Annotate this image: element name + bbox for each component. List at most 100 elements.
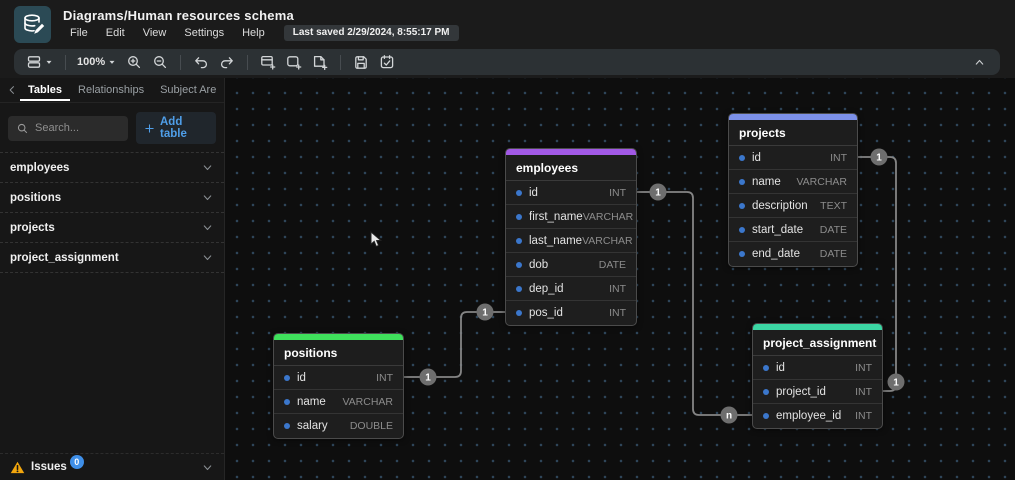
sidebar-item-employees[interactable]: employees xyxy=(0,153,224,183)
field-type: INT xyxy=(609,307,626,319)
field-name: salary xyxy=(297,420,328,432)
field-name: id xyxy=(529,186,538,199)
last-saved-badge: Last saved 2/29/2024, 8:55:17 PM xyxy=(283,24,459,41)
field-row-employee_id[interactable]: employee_id INT xyxy=(753,404,882,428)
chevron-left-icon xyxy=(6,84,18,96)
tab-tables[interactable]: Tables xyxy=(20,80,71,101)
field-row-salary[interactable]: salary DOUBLE xyxy=(274,414,403,438)
field-row-id[interactable]: id INT xyxy=(274,366,403,390)
search-input[interactable] xyxy=(35,122,120,134)
field-row-name[interactable]: name VARCHAR xyxy=(729,170,857,194)
diagram-table-project_assignment[interactable]: project_assignment id INT project_id INT… xyxy=(752,323,883,429)
tab-subject-are[interactable]: Subject Are xyxy=(152,80,224,101)
field-row-id[interactable]: id INT xyxy=(506,181,636,205)
field-row-project_id[interactable]: project_id INT xyxy=(753,380,882,404)
menu-file[interactable]: File xyxy=(63,25,95,41)
field-row-name[interactable]: name VARCHAR xyxy=(274,390,403,414)
menu-view[interactable]: View xyxy=(136,25,174,41)
field-dot-icon xyxy=(284,374,290,381)
table-title[interactable]: employees xyxy=(506,155,636,181)
field-row-last_name[interactable]: last_name VARCHAR xyxy=(506,229,636,253)
menu-help[interactable]: Help xyxy=(235,25,272,41)
toolbar-strip: 100% xyxy=(0,48,1015,78)
field-dot-icon xyxy=(516,285,522,292)
zoom-level-value: 100% xyxy=(77,56,106,68)
add-area-button[interactable] xyxy=(281,51,307,73)
field-dot-icon xyxy=(739,226,745,233)
field-dot-icon xyxy=(739,154,745,161)
chevron-down-icon xyxy=(201,191,214,204)
issues-count-badge: 0 xyxy=(69,455,84,469)
zoom-in-button[interactable] xyxy=(121,51,147,73)
zoom-level-select[interactable]: 100% xyxy=(73,51,121,73)
field-dot-icon xyxy=(516,189,522,196)
table-title[interactable]: project_assignment xyxy=(753,330,882,356)
field-row-dep_id[interactable]: dep_id INT xyxy=(506,277,636,301)
sidebar-item-projects[interactable]: projects xyxy=(0,213,224,243)
undo-button[interactable] xyxy=(188,51,214,73)
field-row-id[interactable]: id INT xyxy=(753,356,882,380)
field-type: VARCHAR xyxy=(342,395,393,408)
relationship-positions.id-employees.pos_id[interactable] xyxy=(404,311,505,378)
table-name-label: employees xyxy=(10,161,70,174)
sidebar-item-project_assignment[interactable]: project_assignment xyxy=(0,243,224,273)
toolbar: 100% xyxy=(14,49,1000,75)
collapse-header-button[interactable] xyxy=(967,56,992,69)
field-type: INT xyxy=(609,282,626,295)
search-icon xyxy=(16,122,29,135)
field-dot-icon xyxy=(516,261,522,268)
field-type: INT xyxy=(830,151,847,164)
diagram-table-employees[interactable]: employees id INT first_name VARCHAR last… xyxy=(505,148,637,326)
cardinality-label: 1 xyxy=(655,188,661,199)
search-box[interactable] xyxy=(8,115,128,141)
field-name: start_date xyxy=(752,223,804,236)
field-dot-icon xyxy=(284,398,290,405)
field-name: id xyxy=(776,361,785,374)
add-table-button-toolbar[interactable] xyxy=(255,51,281,73)
todo-icon xyxy=(379,54,395,70)
sidebar-item-positions[interactable]: positions xyxy=(0,183,224,213)
field-name: project_id xyxy=(776,385,826,398)
field-type: VARCHAR xyxy=(582,234,633,247)
tabs-scroll-left-button[interactable] xyxy=(4,84,20,96)
toolbar-divider xyxy=(180,54,182,70)
plus-icon xyxy=(143,122,156,135)
add-table-button[interactable]: Add table xyxy=(136,112,216,144)
add-area-icon xyxy=(286,54,302,70)
issues-footer[interactable]: Issues 0 xyxy=(0,453,224,480)
diagram-list-button[interactable] xyxy=(22,51,58,73)
add-table-icon xyxy=(260,54,276,70)
field-dot-icon xyxy=(763,413,769,419)
save-button[interactable] xyxy=(348,51,374,73)
app-logo[interactable] xyxy=(14,5,51,43)
table-title[interactable]: projects xyxy=(729,120,857,146)
header: Diagrams/Human resources schema File Edit… xyxy=(0,0,1015,48)
field-type: DATE xyxy=(598,258,626,271)
header-text-block: Diagrams/Human resources schema File Edit… xyxy=(63,8,459,41)
diagram-table-positions[interactable]: positions id INT name VARCHAR salary DOU… xyxy=(273,333,404,439)
table-title[interactable]: positions xyxy=(274,340,403,366)
field-row-start_date[interactable]: start_date DATE xyxy=(729,218,857,242)
redo-button[interactable] xyxy=(214,51,240,73)
todo-button[interactable] xyxy=(374,51,400,73)
field-row-description[interactable]: description TEXT xyxy=(729,194,857,218)
field-row-id[interactable]: id INT xyxy=(729,146,857,170)
add-note-button[interactable] xyxy=(307,51,333,73)
field-row-first_name[interactable]: first_name VARCHAR xyxy=(506,205,636,229)
tab-relationships[interactable]: Relationships xyxy=(70,80,152,101)
field-row-end_date[interactable]: end_date DATE xyxy=(729,242,857,266)
field-row-pos_id[interactable]: pos_id INT xyxy=(506,301,636,325)
diagram-table-projects[interactable]: projects id INT name VARCHAR description… xyxy=(728,113,858,267)
cardinality-label: n xyxy=(726,411,732,422)
menu-settings[interactable]: Settings xyxy=(177,25,231,41)
field-dot-icon xyxy=(739,251,745,257)
menu-edit[interactable]: Edit xyxy=(99,25,132,41)
field-row-dob[interactable]: dob DATE xyxy=(506,253,636,277)
cardinality-label: 1 xyxy=(482,308,488,319)
zoom-out-button[interactable] xyxy=(147,51,173,73)
table-name-label: projects xyxy=(10,221,55,234)
database-pencil-icon xyxy=(21,12,45,36)
drawdb-app: Diagrams/Human resources schema File Edit… xyxy=(0,0,1015,480)
diagram-canvas[interactable]: 1 1 1 n 1 1 employees id INT first_name VARCH… xyxy=(225,78,1015,480)
cardinality-label: 1 xyxy=(876,153,882,164)
